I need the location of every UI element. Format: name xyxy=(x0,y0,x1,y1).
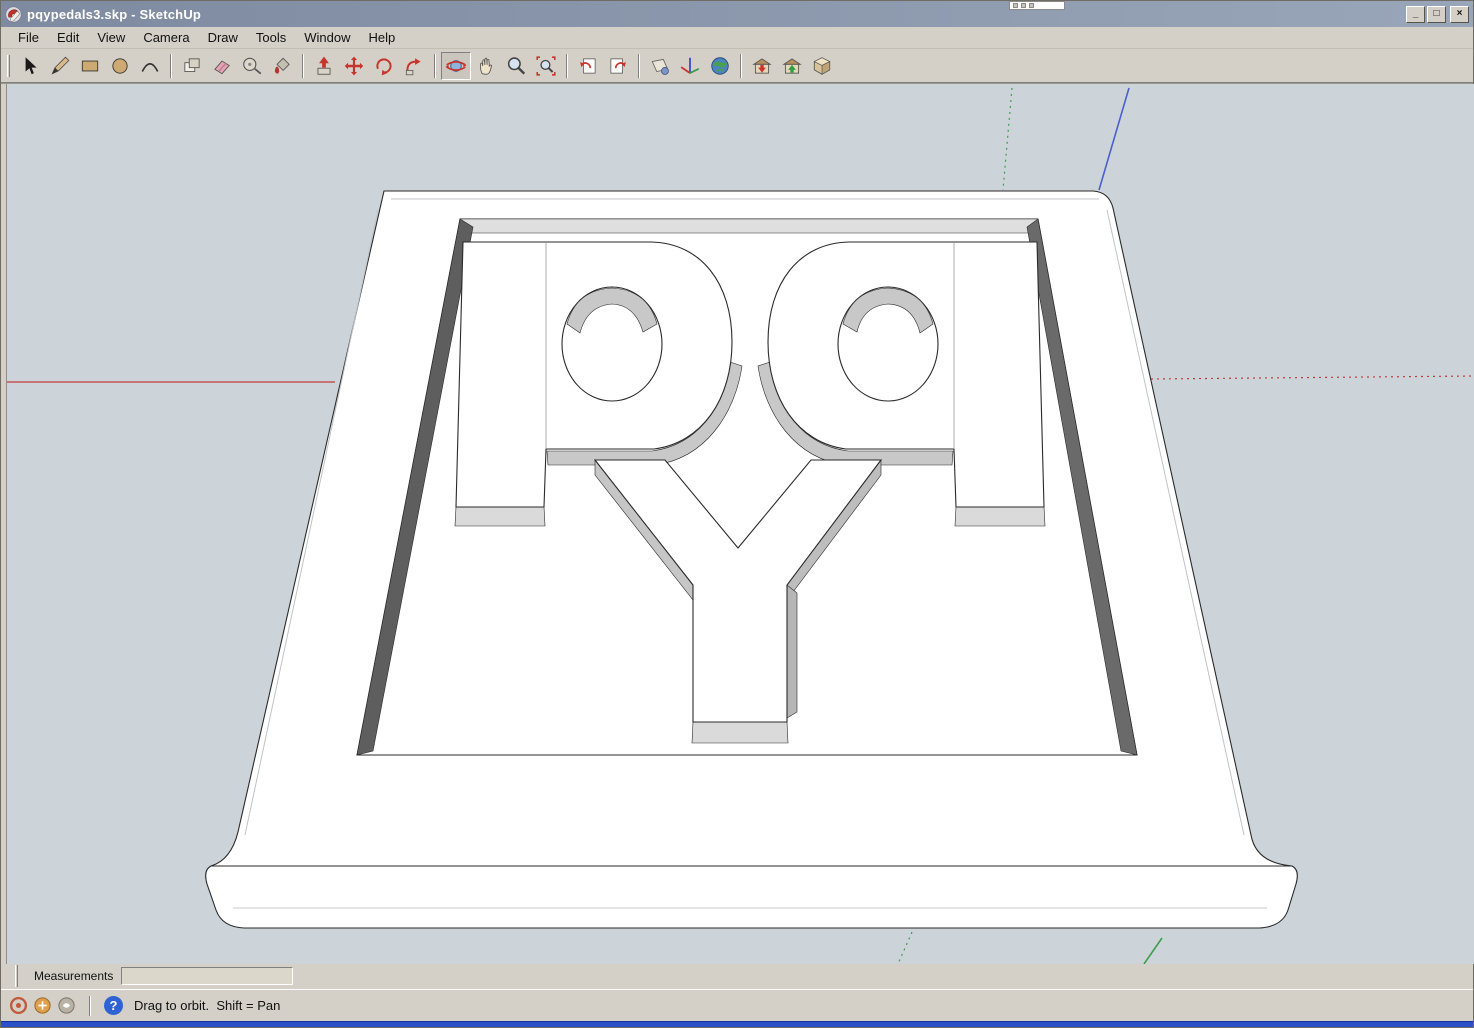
toolbar xyxy=(1,49,1473,83)
tape-measure-icon xyxy=(243,57,262,74)
status-toggle-1-icon[interactable] xyxy=(9,996,28,1015)
status-hint: Drag to orbit. Shift = Pan xyxy=(134,998,281,1013)
toolbar-handle[interactable] xyxy=(7,54,10,77)
window-controls: _ □ × xyxy=(1406,5,1469,23)
menu-item-draw[interactable]: Draw xyxy=(199,28,247,47)
menu-item-camera[interactable]: Camera xyxy=(134,28,198,47)
viewport-canvas[interactable] xyxy=(1,84,1474,964)
next-view-icon xyxy=(610,57,626,74)
measurements-label: Measurements xyxy=(34,968,114,983)
close-icon: × xyxy=(1456,8,1463,19)
close-button[interactable]: × xyxy=(1450,5,1469,23)
toolbar-button-zoom-extents-tool[interactable] xyxy=(531,52,561,80)
sketchup-icon xyxy=(5,5,22,23)
slab-front-face xyxy=(205,865,1298,929)
select-icon xyxy=(25,56,37,74)
rotate-icon xyxy=(376,57,392,75)
toolbar-button-zoom-tool[interactable] xyxy=(501,52,531,80)
make-component-icon xyxy=(184,57,200,72)
menu-item-help[interactable]: Help xyxy=(360,28,405,47)
help-icon[interactable]: ? xyxy=(104,996,123,1015)
toolbar-button-google-earth-tool[interactable] xyxy=(705,52,735,80)
components-icon xyxy=(813,56,831,75)
toolbar-button-rectangle-tool[interactable] xyxy=(75,52,105,80)
toolbar-button-circle-tool[interactable] xyxy=(105,52,135,80)
toolbar-button-section-plane-tool[interactable] xyxy=(645,52,675,80)
toolbar-separator xyxy=(170,53,172,78)
toolbar-button-select-tool[interactable] xyxy=(15,52,45,80)
google-earth-icon xyxy=(711,56,729,75)
menu-item-edit[interactable]: Edit xyxy=(48,28,88,47)
toolbar-button-previous-view-tool[interactable] xyxy=(573,52,603,80)
minimize-button[interactable]: _ xyxy=(1406,5,1425,23)
menu-item-view[interactable]: View xyxy=(88,28,134,47)
pocket-back-wall xyxy=(459,218,1039,234)
window-title: pqypedals3.skp - SketchUp xyxy=(27,6,202,22)
background-window-fragment xyxy=(1009,1,1065,10)
toolbar-button-move-tool[interactable] xyxy=(339,52,369,80)
toolbar-button-next-view-tool[interactable] xyxy=(603,52,633,80)
toolbar-button-arc-tool[interactable] xyxy=(135,52,165,80)
previous-view-icon xyxy=(580,57,596,74)
toolbar-separator xyxy=(566,53,568,78)
toolbar-button-components-tool[interactable] xyxy=(807,52,837,80)
move-icon xyxy=(344,56,364,75)
toolbar-button-eraser-tool[interactable] xyxy=(207,52,237,80)
toolbar-button-get-models-tool[interactable] xyxy=(747,52,777,80)
pan-icon xyxy=(479,57,492,75)
toolbar-button-pan-tool[interactable] xyxy=(471,52,501,80)
section-plane-icon xyxy=(651,58,669,75)
toolbar-button-rotate-tool[interactable] xyxy=(369,52,399,80)
orbit-icon xyxy=(445,59,467,72)
sketchup-window: pqypedals3.skp - SketchUp _ □ × File Edit… xyxy=(0,0,1474,1028)
toolbar-button-paint-bucket-tool[interactable] xyxy=(267,52,297,80)
measurements-bar-handle[interactable] xyxy=(15,964,18,987)
toolbar-button-line-tool[interactable] xyxy=(45,52,75,80)
toolbar-separator xyxy=(638,53,640,78)
statusbar: ? Drag to orbit. Shift = Pan xyxy=(1,989,1473,1021)
toolbar-separator xyxy=(302,53,304,78)
circle-icon xyxy=(112,57,128,74)
measurements-input[interactable] xyxy=(121,966,294,985)
measurements-bar: Measurements xyxy=(1,961,1473,989)
toolbar-button-push-pull-tool[interactable] xyxy=(309,52,339,80)
push-pull-icon xyxy=(317,56,331,75)
toolbar-button-tape-measure-tool[interactable] xyxy=(237,52,267,80)
viewport-container xyxy=(1,83,1474,964)
menu-item-tools[interactable]: Tools xyxy=(247,28,295,47)
toolbar-button-follow-me-tool[interactable] xyxy=(399,52,429,80)
zoom-extents-icon xyxy=(536,55,556,76)
line-icon xyxy=(51,56,70,74)
toolbar-button-share-models-tool[interactable] xyxy=(777,52,807,80)
maximize-icon: □ xyxy=(1433,8,1440,19)
follow-me-icon xyxy=(405,57,421,75)
toolbar-button-axes-tool[interactable] xyxy=(675,52,705,80)
menu-item-window[interactable]: Window xyxy=(295,28,359,47)
paint-bucket-icon xyxy=(274,57,290,74)
get-models-icon xyxy=(752,57,772,74)
rectangle-icon xyxy=(81,60,99,71)
maximize-button[interactable]: □ xyxy=(1427,5,1446,23)
toolbar-button-make-component-tool[interactable] xyxy=(177,52,207,80)
minimize-icon: _ xyxy=(1412,8,1419,19)
toolbar-separator xyxy=(434,53,436,78)
eraser-icon xyxy=(214,59,230,74)
status-toggle-2-icon[interactable] xyxy=(33,996,52,1015)
toolbar-button-orbit-tool[interactable] xyxy=(441,51,471,80)
zoom-icon xyxy=(507,56,526,75)
toolbar-separator xyxy=(740,53,742,78)
status-toggle-3-icon[interactable] xyxy=(57,996,76,1015)
menu-item-file[interactable]: File xyxy=(9,28,48,47)
help-glyph: ? xyxy=(109,998,118,1013)
share-models-icon xyxy=(782,57,802,74)
viewport-left-edge xyxy=(1,84,6,964)
arc-icon xyxy=(141,62,159,72)
titlebar[interactable]: pqypedals3.skp - SketchUp _ □ × xyxy=(1,1,1473,27)
menubar: File Edit View Camera Draw Tools Window Help xyxy=(1,27,1473,49)
axes-icon xyxy=(680,57,700,74)
statusbar-separator xyxy=(89,995,91,1016)
taskbar-edge xyxy=(1,1021,1473,1027)
titlebar-left: pqypedals3.skp - SketchUp xyxy=(5,5,202,23)
